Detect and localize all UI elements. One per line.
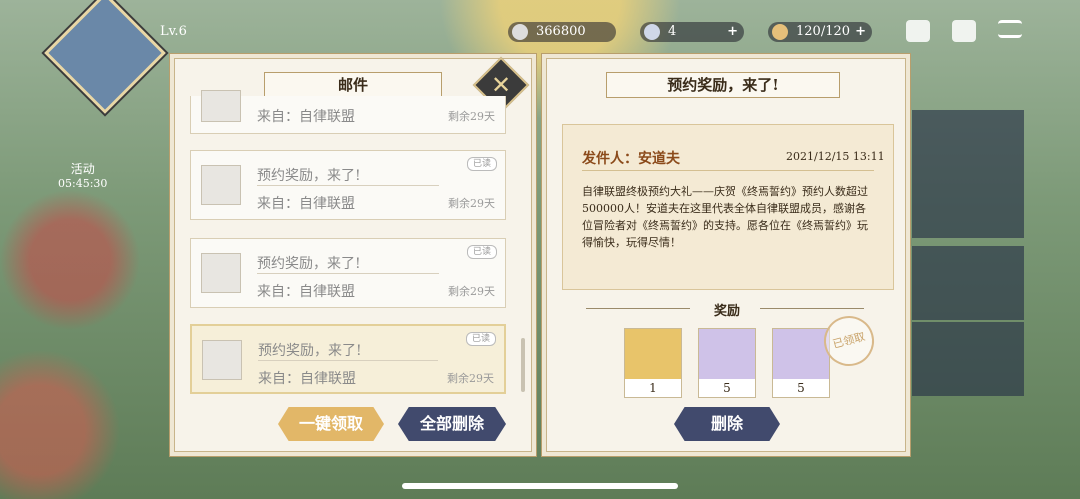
- read-badge: 已读: [467, 245, 497, 259]
- reward-qty: 1: [649, 381, 657, 395]
- detail-sender: 发件人：安道夫: [582, 151, 680, 167]
- reward-item[interactable]: 1: [624, 328, 682, 398]
- mail-sender: 来自：自律联盟: [257, 196, 355, 212]
- gold-badge-icon: [625, 329, 681, 379]
- mail-detail-title: 预约奖励，来了!: [606, 72, 840, 98]
- reward-rule-left: [586, 308, 690, 309]
- letter-divider: [582, 170, 874, 171]
- mail-expiry: 剩余29天: [448, 197, 495, 210]
- ticket-icon: [201, 165, 241, 205]
- mail-title: 预约奖励，来了!: [257, 256, 361, 272]
- mail-sender: 来自：自律联盟: [258, 371, 356, 387]
- reward-rule-right: [760, 308, 864, 309]
- profile-card-icon[interactable]: [952, 20, 976, 42]
- mail-divider: [257, 273, 439, 274]
- gold-counter: 366800: [508, 22, 616, 42]
- read-badge: 已读: [466, 332, 496, 346]
- card-icon: [773, 329, 829, 379]
- mail-item-selected[interactable]: 预约奖励，来了! 来自：自律联盟 剩余29天 已读: [190, 324, 506, 394]
- reward-item[interactable]: 5: [698, 328, 756, 398]
- reward-item[interactable]: 5: [772, 328, 830, 398]
- mail-divider: [258, 360, 438, 361]
- mail-title: 预约奖励，来了!: [258, 343, 362, 359]
- mail-sender: 来自：自律联盟: [257, 284, 355, 300]
- top-hud: Lv.6 366800 4 + 120/120 +: [0, 0, 1080, 114]
- reward-qty: 5: [723, 381, 731, 395]
- coin-icon: [512, 24, 528, 40]
- letter-body: 自律联盟终极预约大礼——庆贺《终焉誓约》预约人数超过500000人！安道夫在这里…: [582, 185, 868, 249]
- mail-expiry: 剩余29天: [447, 372, 494, 385]
- mail-sender: 来自：自律联盟: [257, 109, 355, 125]
- gem-icon: [644, 24, 660, 40]
- home-indicator[interactable]: [402, 483, 678, 489]
- activity-button[interactable]: 活动 05:45:30: [58, 160, 107, 190]
- shield-icon: [202, 340, 242, 380]
- gem-counter: 4 +: [640, 22, 744, 42]
- chat-icon[interactable]: [906, 20, 930, 42]
- activity-timer: 05:45:30: [58, 177, 108, 190]
- gem-value: 4: [668, 24, 677, 39]
- side-button-2[interactable]: [912, 246, 1024, 320]
- gold-value: 366800: [536, 24, 586, 39]
- activity-label: 活动: [70, 162, 95, 176]
- stamina-icon: [772, 24, 788, 40]
- reward-qty: 5: [797, 381, 805, 395]
- claim-all-button[interactable]: 一键领取: [278, 407, 384, 441]
- mail-item[interactable]: 来自：自律联盟 剩余29天: [190, 90, 506, 134]
- menu-icon[interactable]: [998, 20, 1022, 38]
- stamina-counter: 120/120 +: [768, 22, 872, 42]
- mail-expiry: 剩余29天: [448, 110, 495, 123]
- rewards-label: 奖励: [714, 304, 741, 319]
- mail-divider: [257, 185, 439, 186]
- mail-expiry: 剩余29天: [448, 285, 495, 298]
- player-level: Lv.6: [160, 24, 187, 39]
- read-badge: 已读: [467, 157, 497, 171]
- mail-item[interactable]: 预约奖励，来了! 来自：自律联盟 剩余29天 已读: [190, 150, 506, 220]
- ticket-icon: [699, 329, 755, 379]
- mail-title: 预约奖励，来了!: [257, 168, 361, 184]
- detail-date: 2021/12/15 13:11: [786, 150, 885, 163]
- stamina-value: 120/120: [796, 24, 851, 39]
- mail-panel-title: 邮件: [264, 72, 442, 98]
- mail-item[interactable]: 预约奖励，来了! 来自：自律联盟 剩余29天 已读: [190, 238, 506, 308]
- pocket-watch-icon: [201, 253, 241, 293]
- delete-all-button[interactable]: 全部删除: [398, 407, 506, 441]
- add-stamina-button[interactable]: +: [855, 22, 866, 42]
- reward-thumbnail-icon: [201, 90, 241, 122]
- delete-button[interactable]: 删除: [674, 407, 780, 441]
- add-gems-button[interactable]: +: [727, 22, 738, 42]
- side-banner[interactable]: [912, 110, 1024, 238]
- side-button-3[interactable]: [912, 322, 1024, 396]
- mail-scrollbar[interactable]: [521, 338, 525, 392]
